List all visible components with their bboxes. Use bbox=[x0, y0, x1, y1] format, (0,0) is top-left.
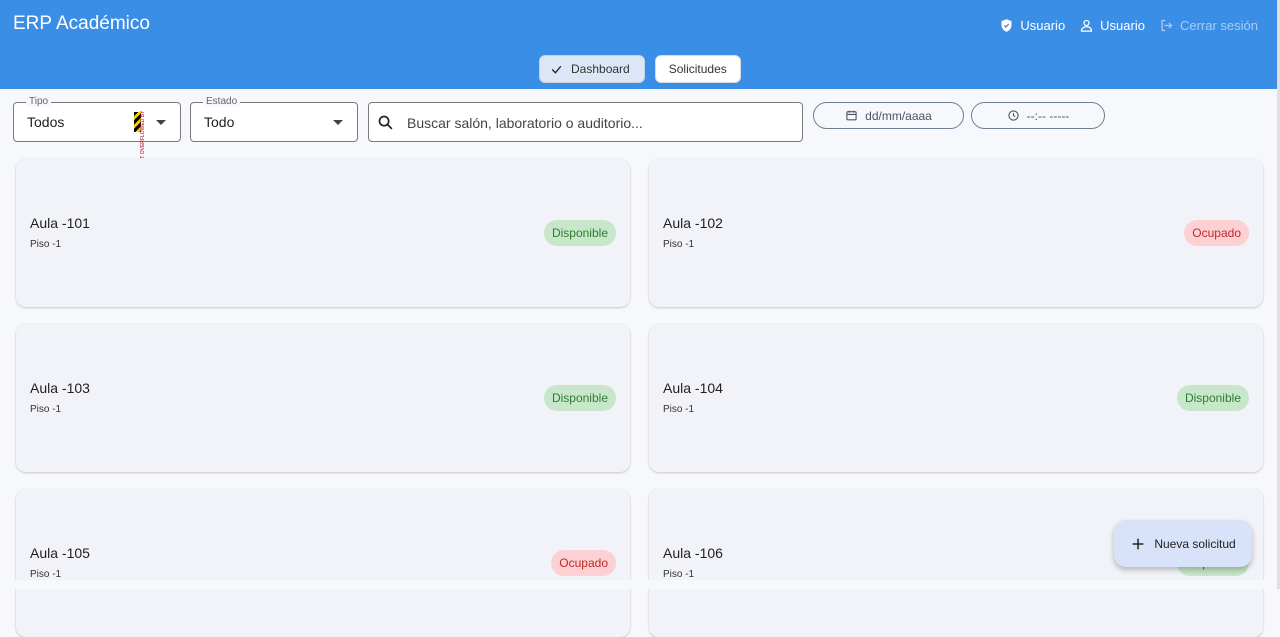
nav-tabs: Dashboard Solicitudes bbox=[539, 55, 741, 83]
plus-icon bbox=[1132, 538, 1144, 549]
tab-dashboard[interactable]: Dashboard bbox=[539, 55, 645, 83]
status-badge: Ocupado bbox=[1184, 220, 1249, 246]
app-bar: ERP Académico Usuario Usuario Cerrar ses… bbox=[0, 0, 1280, 89]
room-floor: Piso -1 bbox=[663, 404, 695, 415]
tipo-select[interactable]: Tipo Todos bbox=[13, 96, 181, 142]
calendar-icon bbox=[846, 110, 857, 121]
estado-value: Todo bbox=[204, 114, 235, 130]
room-name: Aula -104 bbox=[663, 380, 723, 396]
status-badge: Disponible bbox=[543, 220, 616, 246]
check-icon bbox=[551, 65, 562, 74]
role-label: Usuario bbox=[1020, 17, 1066, 33]
room-card[interactable]: Aula -102 Piso -1 Ocupado bbox=[649, 159, 1263, 307]
estado-select[interactable]: Estado Todo bbox=[190, 96, 358, 142]
estado-label: Estado bbox=[203, 96, 241, 107]
clock-icon bbox=[1008, 110, 1019, 121]
logout-label: Cerrar sesión bbox=[1179, 17, 1258, 33]
status-badge: Ocupado bbox=[551, 550, 616, 576]
room-floor: Piso -1 bbox=[663, 569, 695, 580]
tab-solicitudes-label: Solicitudes bbox=[668, 62, 727, 76]
user-label: Usuario bbox=[1100, 17, 1145, 33]
room-name: Aula -102 bbox=[663, 215, 723, 231]
chevron-down-icon bbox=[156, 120, 166, 125]
room-name: Aula -106 bbox=[663, 545, 723, 561]
user-button[interactable]: Usuario bbox=[1079, 18, 1145, 33]
person-icon bbox=[1081, 19, 1093, 32]
status-badge: Disponible bbox=[1176, 385, 1249, 411]
time-field[interactable]: --:-- ----- bbox=[971, 102, 1105, 129]
search-icon bbox=[378, 115, 393, 130]
time-placeholder: --:-- ----- bbox=[1026, 108, 1070, 123]
room-card[interactable]: Aula -103 Piso -1 Disponible bbox=[16, 324, 630, 472]
room-name: Aula -103 bbox=[30, 380, 90, 396]
logout-button[interactable]: Cerrar sesión bbox=[1159, 18, 1258, 33]
logout-icon bbox=[1161, 19, 1173, 31]
bottom-edge bbox=[0, 580, 1280, 589]
new-request-label: Nueva solicitud bbox=[1154, 536, 1236, 551]
tab-solicitudes[interactable]: Solicitudes bbox=[654, 55, 741, 83]
search-input[interactable] bbox=[405, 112, 799, 134]
tab-dashboard-label: Dashboard bbox=[571, 62, 630, 76]
tipo-value: Todos bbox=[27, 114, 65, 130]
date-placeholder: dd/mm/aaaa bbox=[865, 108, 932, 123]
shield-check-icon bbox=[1001, 18, 1012, 32]
overflow-warning-text: IT OVERFLOWED BY bbox=[140, 110, 146, 160]
new-request-button[interactable]: Nueva solicitud bbox=[1114, 520, 1252, 567]
search-field bbox=[368, 102, 803, 142]
app-title: ERP Académico bbox=[13, 13, 150, 34]
room-card[interactable]: Aula -105 Piso -1 Ocupado bbox=[16, 489, 630, 637]
room-floor: Piso -1 bbox=[30, 569, 62, 580]
room-floor: Piso -1 bbox=[30, 239, 62, 250]
tipo-label: Tipo bbox=[26, 96, 52, 107]
role-button[interactable]: Usuario bbox=[999, 18, 1065, 33]
room-name: Aula -105 bbox=[30, 545, 90, 561]
room-card[interactable]: Aula -101 Piso -1 Disponible bbox=[16, 159, 630, 307]
date-field[interactable]: dd/mm/aaaa bbox=[813, 102, 964, 129]
header-actions: Usuario Usuario Cerrar sesión bbox=[999, 15, 1258, 35]
room-floor: Piso -1 bbox=[663, 239, 695, 250]
room-card[interactable]: Aula -104 Piso -1 Disponible bbox=[649, 324, 1263, 472]
room-name: Aula -101 bbox=[30, 215, 90, 231]
status-badge: Disponible bbox=[543, 385, 616, 411]
room-floor: Piso -1 bbox=[30, 404, 62, 415]
chevron-down-icon bbox=[333, 120, 343, 125]
